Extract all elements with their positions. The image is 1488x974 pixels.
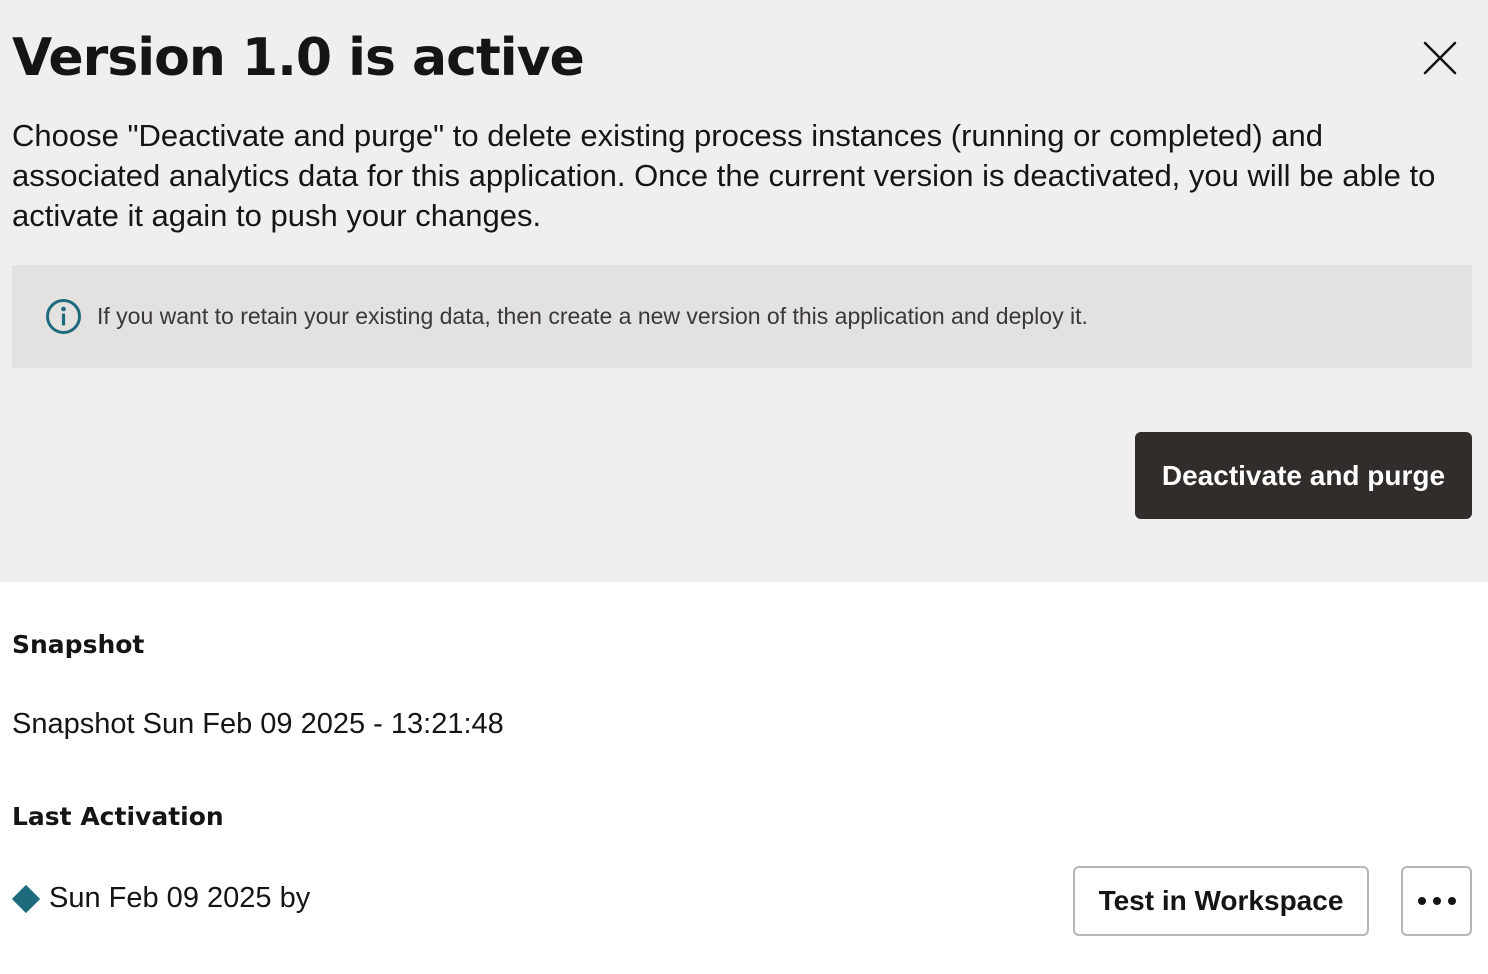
test-in-workspace-button[interactable]: Test in Workspace bbox=[1073, 866, 1369, 936]
info-banner-text: If you want to retain your existing data… bbox=[97, 303, 1088, 329]
close-icon bbox=[1423, 41, 1457, 75]
deactivate-and-purge-button[interactable]: Deactivate and purge bbox=[1135, 432, 1472, 519]
more-options-icon bbox=[1417, 897, 1426, 905]
close-button[interactable] bbox=[1412, 30, 1468, 86]
snapshot-value: Snapshot Sun Feb 09 2025 - 13:21:48 bbox=[12, 708, 504, 740]
info-icon bbox=[45, 298, 82, 335]
last-activation-row: Sun Feb 09 2025 by bbox=[11, 882, 311, 915]
last-activation-label: Last Activation bbox=[12, 802, 224, 831]
activation-dialog-panel: Version 1.0 is active Choose "Deactivate… bbox=[0, 0, 1488, 582]
info-banner: If you want to retain your existing data… bbox=[12, 265, 1472, 368]
dialog-title: Version 1.0 is active bbox=[12, 28, 585, 88]
more-options-button[interactable] bbox=[1401, 866, 1472, 936]
last-activation-value: Sun Feb 09 2025 by bbox=[49, 882, 311, 914]
snapshot-label: Snapshot bbox=[12, 630, 145, 659]
diamond-icon bbox=[11, 884, 41, 913]
dialog-description: Choose "Deactivate and purge" to delete … bbox=[12, 118, 1436, 233]
